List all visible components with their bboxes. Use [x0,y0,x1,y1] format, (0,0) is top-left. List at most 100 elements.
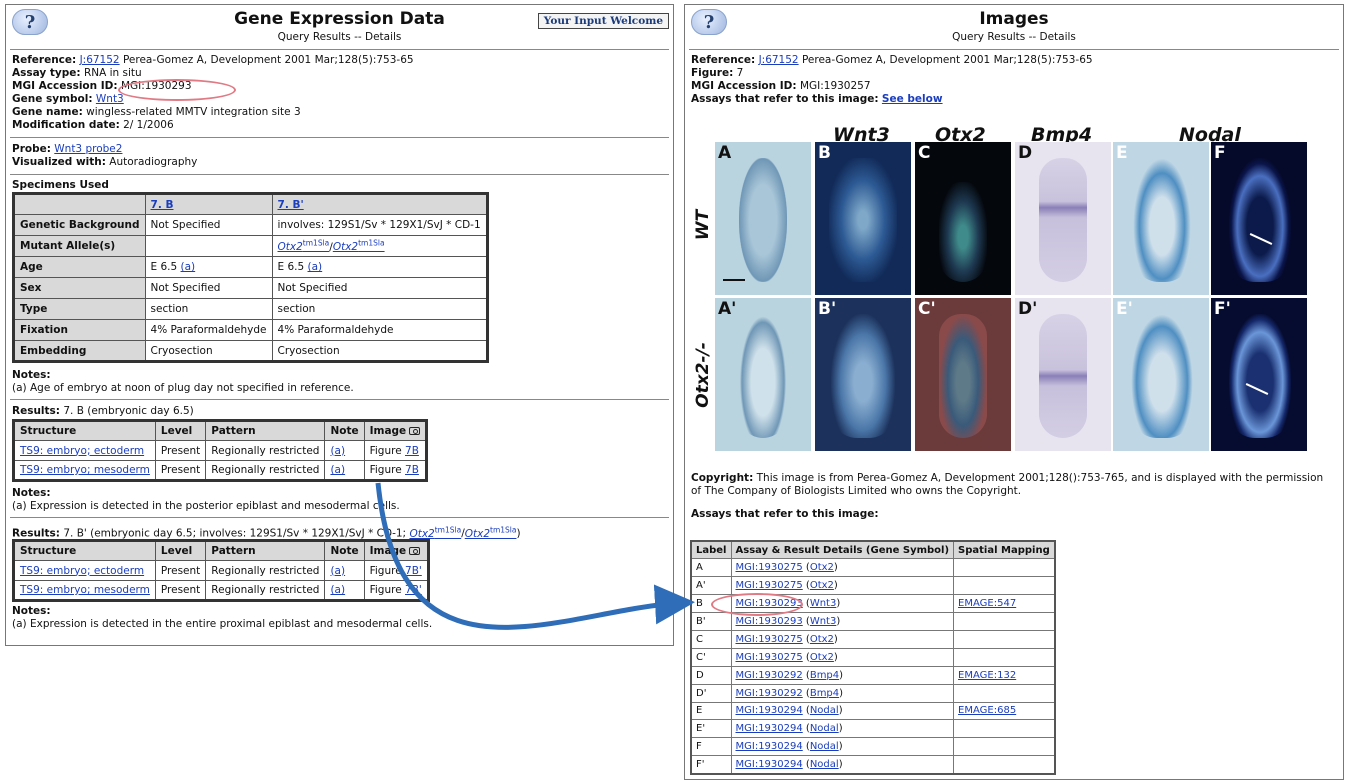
assay-type-label: Assay type: [12,67,81,79]
emage-link[interactable]: EMAGE:547 [958,598,1016,609]
figure-link[interactable]: 7B' [405,584,422,596]
structure-link[interactable]: TS9: embryo; ectoderm [20,445,144,457]
emage-link[interactable]: EMAGE:132 [958,670,1016,681]
table-row: Label Assay & Result Details (Gene Symbo… [690,540,1056,560]
row-label: Genetic Background [13,214,146,236]
your-input-welcome-button[interactable]: Your Input Welcome [537,13,669,29]
assay-label-cell: A' [690,576,732,596]
figure-panel-b-prime[interactable]: B' [815,298,911,451]
table-header-cell: Image [363,420,428,441]
spatial-mapping-cell [953,647,1056,667]
structure-link[interactable]: TS9: embryo; mesoderm [20,464,150,476]
cell: TS9: embryo; ectoderm [13,560,156,581]
modification-date-value: 2/ 1/2006 [123,119,174,131]
table-row: Age E 6.5 (a) E 6.5 (a) [13,256,488,278]
allele-link[interactable]: Otx2tm1Sla [465,525,517,540]
table-header-cell: Pattern [205,420,326,441]
see-below-link[interactable]: See below [882,93,943,105]
row-label: Type [13,298,146,320]
visualized-value: Autoradiography [109,156,198,168]
note-link[interactable]: (a) [330,464,345,476]
cell: section [271,298,488,320]
assay-id-link[interactable]: MGI:1930294 [736,723,803,734]
spatial-mapping-cell [953,719,1056,739]
assay-details-cell: MGI:1930294 (Nodal) [730,737,955,757]
figure-link[interactable]: 7B' [405,565,422,577]
table-row: Structure Level Pattern Note Image [13,420,428,441]
gene-symbol-link[interactable]: Otx2 [810,562,834,573]
reference-link[interactable]: J:67152 [80,54,120,66]
structure-link[interactable]: TS9: embryo; mesoderm [20,584,150,596]
spatial-mapping-cell [953,755,1056,775]
assay-id-link[interactable]: MGI:1930275 [736,562,803,573]
gene-symbol-link[interactable]: Otx2 [810,652,834,663]
gene-symbol-link[interactable]: Nodal [810,741,839,752]
note-link[interactable]: (a) [330,565,345,577]
figure-link[interactable]: 7B [405,445,419,457]
specimen-7b-prime-link[interactable]: 7. B' [278,199,304,211]
figure-panel-a[interactable]: A [715,142,811,295]
cell: Present [154,460,207,481]
assay-id-link[interactable]: MGI:1930275 [736,580,803,591]
figure-panel-c-prime[interactable]: C' [915,298,1011,451]
figure-panel-d-prime[interactable]: D' [1015,298,1111,451]
gene-symbol-link[interactable]: Bmp4 [810,688,839,699]
cell: Not Specified [271,277,488,299]
assay-id-link[interactable]: MGI:1930292 [736,670,803,681]
assay-id-link[interactable]: MGI:1930294 [736,741,803,752]
assay-type-value: RNA in situ [83,67,142,79]
assay-label-cell: E' [690,719,732,739]
accession-value: MGI:1930293 [120,80,192,92]
figure-link[interactable]: 7B [405,464,419,476]
gene-symbol-link[interactable]: Bmp4 [810,670,839,681]
gene-symbol-link[interactable]: Otx2 [810,580,834,591]
gene-symbol-link[interactable]: Nodal [810,705,839,716]
note-link[interactable]: (a) [308,261,323,273]
probe-link[interactable]: Wnt3 probe2 [54,143,122,155]
assay-id-link[interactable]: MGI:1930275 [736,652,803,663]
assay-id-link[interactable]: MGI:1930293 [736,598,803,609]
row-label: Age [13,256,146,278]
spatial-mapping-cell [953,612,1056,631]
figure-panel-e-prime[interactable]: E' [1113,298,1209,451]
allele-link[interactable]: Otx2tm1Sla [278,239,330,254]
divider [689,49,1339,50]
spatial-mapping-cell [953,576,1056,596]
assay-id-link[interactable]: MGI:1930294 [736,759,803,770]
gene-symbol-link[interactable]: Nodal [810,723,839,734]
allele-link[interactable]: Otx2tm1Sla [333,239,385,254]
gene-symbol-link[interactable]: Otx2 [810,634,834,645]
note-link[interactable]: (a) [330,445,345,457]
copyright: Copyright: This image is from Perea-Gome… [691,472,1324,497]
cell: (a) [324,440,365,461]
cell: 4% Paraformaldehyde [144,319,273,341]
divider [10,517,669,518]
assay-id-link[interactable]: MGI:1930275 [736,634,803,645]
figure-panel-f-prime[interactable]: F' [1211,298,1307,451]
figure-panel-a-prime[interactable]: A' [715,298,811,451]
emage-link[interactable]: EMAGE:685 [958,705,1016,716]
assay-id-link[interactable]: MGI:1930294 [736,705,803,716]
figure-panel-e[interactable]: E [1113,142,1209,295]
assay-id-link[interactable]: MGI:1930293 [736,616,803,627]
gene-symbol-link[interactable]: Wnt3 [96,93,124,105]
allele-link[interactable]: Otx2tm1Sla [409,525,461,540]
note-link[interactable]: (a) [181,261,196,273]
reference-link[interactable]: J:67152 [759,54,799,66]
structure-link[interactable]: TS9: embryo; ectoderm [20,565,144,577]
cell: Regionally restricted [205,440,326,461]
note-link[interactable]: (a) [330,584,345,596]
cell: 4% Paraformaldehyde [271,319,488,341]
gene-symbol-link[interactable]: Wnt3 [810,598,837,609]
assay-id-link[interactable]: MGI:1930292 [736,688,803,699]
figure-panel-d[interactable]: D [1015,142,1111,295]
figure-panel-c[interactable]: C [915,142,1011,295]
figure-panel-f[interactable]: F [1211,142,1307,295]
gene-symbol-link[interactable]: Nodal [810,759,839,770]
specimen-7b-link[interactable]: 7. B [151,199,174,211]
row-label-wt: WT [693,209,713,241]
gene-name-label: Gene name: [12,106,83,118]
table-row: B MGI:1930293 (Wnt3) EMAGE:547 [690,594,1056,614]
gene-symbol-link[interactable]: Wnt3 [810,616,837,627]
figure-panel-b[interactable]: B [815,142,911,295]
